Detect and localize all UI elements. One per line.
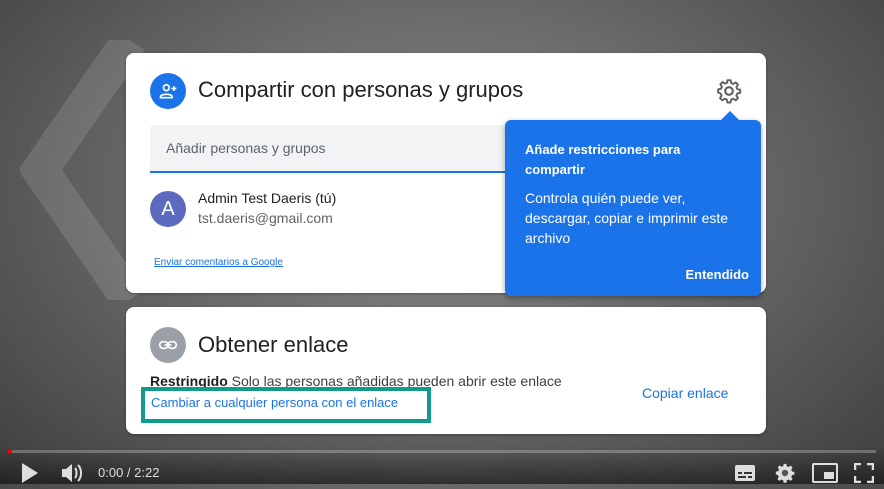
share-title: Compartir con personas y grupos	[198, 77, 524, 102]
add-people-input[interactable]	[150, 125, 510, 171]
play-icon[interactable]	[20, 462, 40, 489]
tooltip-dismiss-button[interactable]: Entendido	[685, 267, 749, 282]
user-name: Admin Test Daeris (tú)	[198, 190, 337, 206]
link-icon	[150, 327, 186, 363]
add-people-field[interactable]	[150, 125, 510, 173]
settings-icon[interactable]	[774, 462, 796, 489]
copy-link-button[interactable]: Copiar enlace	[642, 385, 728, 401]
feedback-link[interactable]: Enviar comentarios a Google	[154, 257, 283, 268]
progress-fill	[8, 450, 12, 453]
change-access-link[interactable]: Cambiar a cualquier persona con el enlac…	[141, 387, 431, 423]
progress-bar[interactable]	[8, 450, 876, 453]
link-title: Obtener enlace	[198, 332, 349, 357]
miniplayer-icon[interactable]	[812, 463, 838, 488]
link-dialog: Obtener enlace Restringido Solo las pers…	[126, 307, 766, 434]
volume-icon[interactable]	[60, 462, 84, 489]
tooltip-title: Añade restricciones para compartir	[525, 142, 681, 177]
fullscreen-icon[interactable]	[853, 462, 875, 488]
user-email: tst.daeris@gmail.com	[198, 210, 333, 226]
avatar: A	[150, 191, 186, 227]
time-display: 0:00 / 2:22	[98, 465, 160, 480]
tooltip-body: Controla quién puede ver, descargar, cop…	[525, 190, 729, 246]
add-person-icon	[150, 73, 186, 109]
gear-icon[interactable]	[716, 78, 742, 104]
restrictions-tooltip: Añade restricciones para compartir Contr…	[505, 111, 761, 296]
